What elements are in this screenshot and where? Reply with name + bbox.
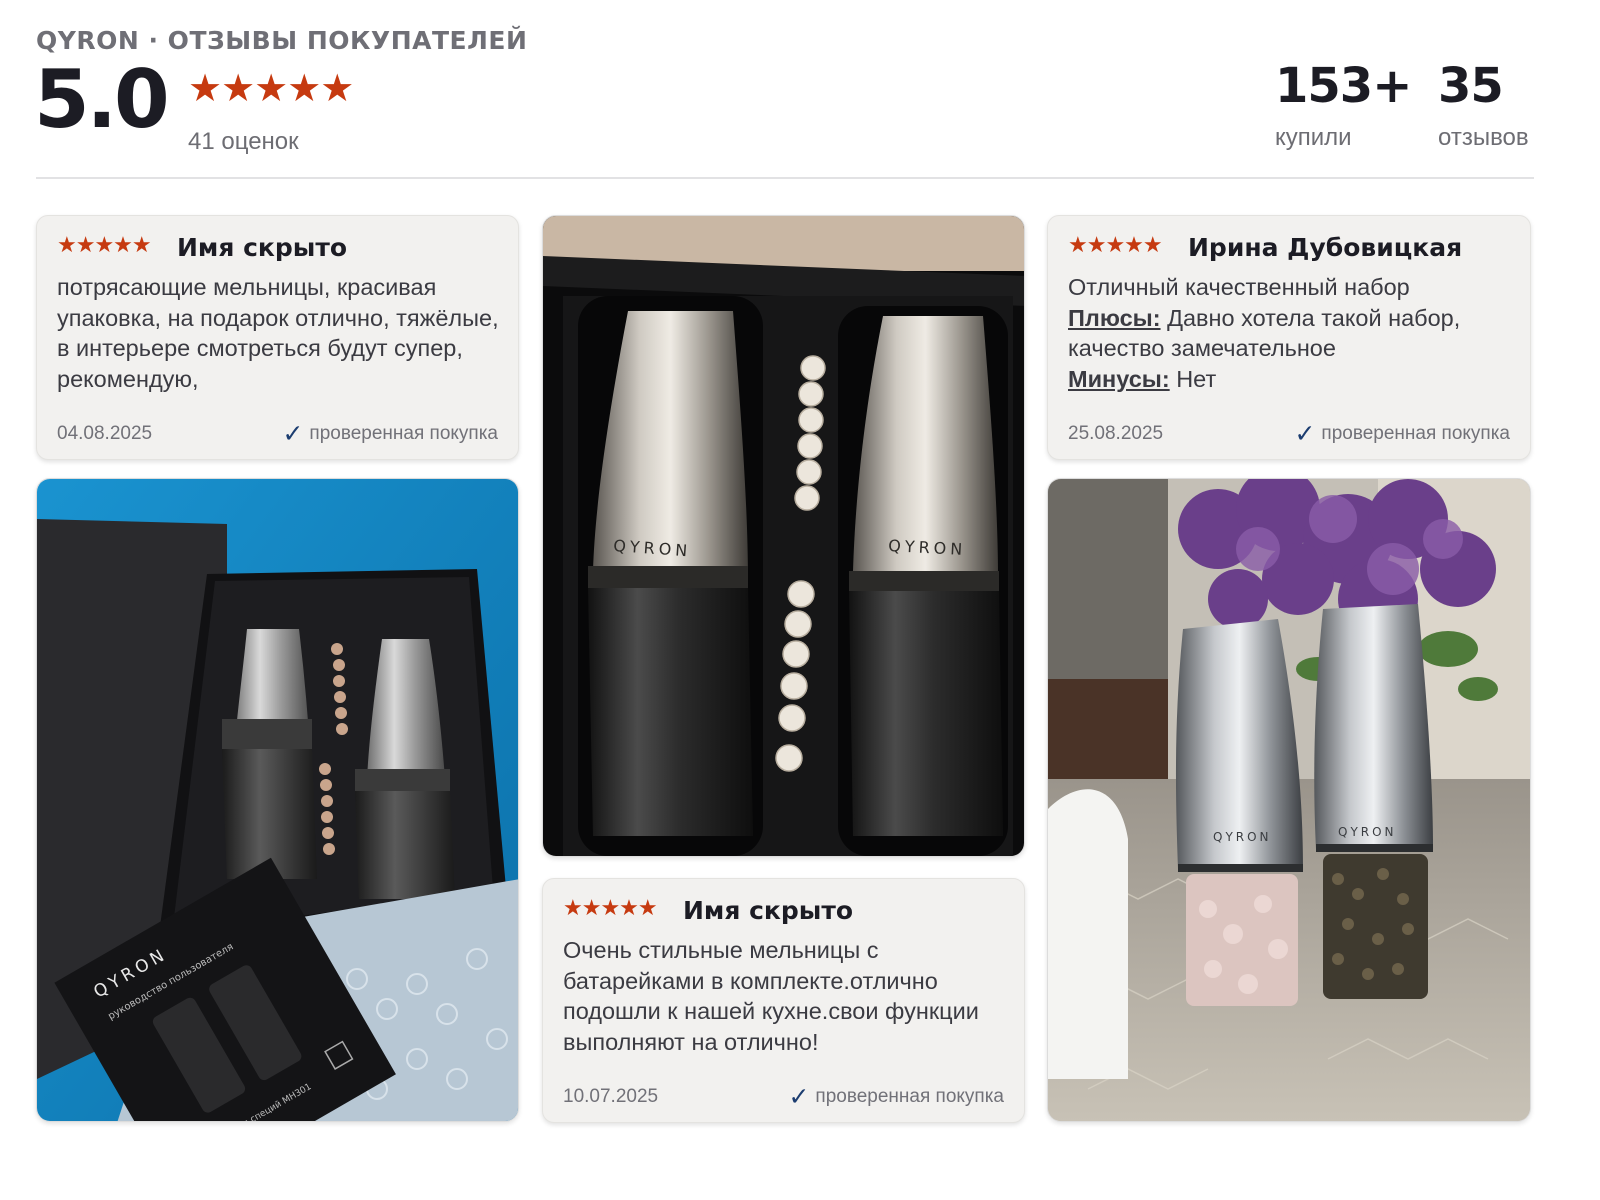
review-pros: Плюсы: Давно хотела такой набор, качеств… <box>1068 303 1512 364</box>
closeup-photo-illustration: QYRON QYRON <box>543 216 1024 856</box>
average-rating: 5.0 <box>34 53 170 146</box>
verified-label: проверенная покупка <box>815 1086 1004 1107</box>
review-date: 10.07.2025 <box>563 1086 659 1107</box>
review-stars: ★★★★★ <box>563 895 658 920</box>
reviews-value: 35 <box>1438 58 1504 114</box>
review-card[interactable]: ★★★★★ Имя скрыто Очень стильные мельницы… <box>542 878 1025 1123</box>
bought-stat: 153+ купили <box>1275 58 1412 152</box>
pros-label: Плюсы: <box>1068 304 1161 331</box>
review-author: Имя скрыто <box>177 233 348 262</box>
reviews-label: отзывов <box>1438 124 1529 151</box>
verified-purchase: ✓ проверенная покупка <box>788 1083 1004 1111</box>
table-photo-illustration: QYRON QYRON <box>1048 479 1530 1121</box>
review-text: потрясающие мельницы, красивая упаковка,… <box>57 274 499 392</box>
mill-brand-left: QYRON <box>1213 830 1272 844</box>
review-card[interactable]: ★★★★★ Ирина Дубовицкая Отличный качестве… <box>1047 215 1531 460</box>
review-author: Ирина Дубовицкая <box>1188 233 1463 262</box>
brand-heading: QYRON · ОТЗЫВЫ ПОКУПАТЕЛЕЙ <box>36 26 528 55</box>
verified-label: проверенная покупка <box>1321 423 1510 444</box>
review-stars: ★★★★★ <box>1068 232 1163 257</box>
reviews-stat: 35 отзывов <box>1438 62 1529 152</box>
cons-text: Нет <box>1169 365 1217 392</box>
review-photo-closeup[interactable]: QYRON QYRON <box>542 215 1025 857</box>
rating-stars: ★★★★★ <box>188 68 354 110</box>
cons-label: Минусы: <box>1068 365 1170 392</box>
bought-label: купили <box>1275 124 1352 151</box>
review-author: Имя скрыто <box>683 896 854 925</box>
verified-label: проверенная покупка <box>309 423 498 444</box>
review-text: Отличный качественный набор <box>1068 274 1410 300</box>
verified-purchase: ✓ проверенная покупка <box>1294 420 1510 448</box>
verified-purchase: ✓ проверенная покупка <box>282 420 498 448</box>
check-icon: ✓ <box>788 1083 810 1111</box>
check-icon: ✓ <box>282 420 304 448</box>
rating-count: 41 оценок <box>188 128 299 155</box>
review-photo-box-open[interactable]: QYRON руководство пользователя мельницы … <box>36 478 519 1122</box>
review-date: 04.08.2025 <box>57 423 153 444</box>
review-card[interactable]: ★★★★★ Имя скрыто потрясающие мельницы, к… <box>36 215 519 460</box>
review-cons: Минусы: Нет <box>1068 364 1512 395</box>
review-text: Очень стильные мельницы с батарейками в … <box>563 937 979 1055</box>
mill-brand-right: QYRON <box>1338 825 1397 839</box>
review-stars: ★★★★★ <box>57 232 152 257</box>
review-text-block: Отличный качественный набор Плюсы: Давно… <box>1068 272 1512 394</box>
check-icon: ✓ <box>1294 420 1316 448</box>
header-divider <box>36 177 1534 179</box>
bought-value: 153+ <box>1275 58 1412 114</box>
review-date: 25.08.2025 <box>1068 423 1164 444</box>
review-photo-table[interactable]: QYRON QYRON <box>1047 478 1531 1122</box>
box-photo-illustration: QYRON руководство пользователя мельницы … <box>37 479 518 1121</box>
